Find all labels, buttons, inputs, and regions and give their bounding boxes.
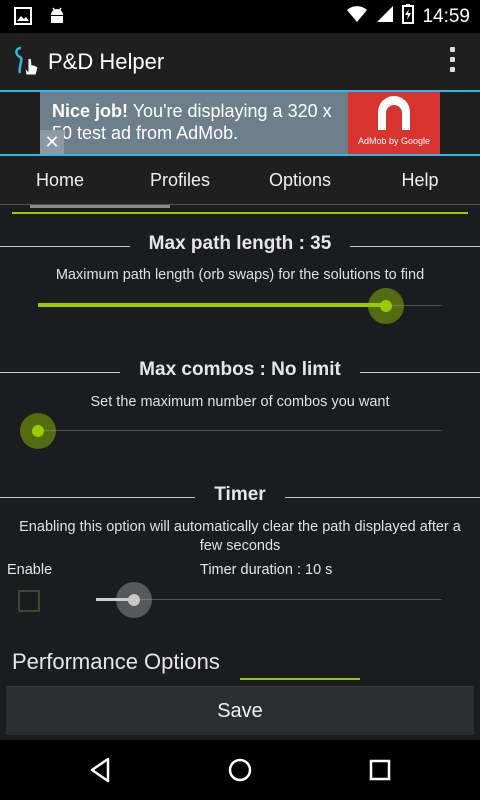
save-bar: Save (0, 680, 480, 740)
max-combos-header: Max combos : No limit (0, 357, 480, 387)
performance-options-title: Performance Options (12, 649, 220, 674)
timer-duration-label: Timer duration : 10 s (200, 562, 333, 578)
signal-icon (376, 5, 394, 28)
scrolled-header-remnant (30, 205, 170, 208)
timer-enable-checkbox[interactable] (18, 590, 40, 612)
max-path-slider-fill (38, 303, 386, 307)
navigation-bar (0, 740, 480, 800)
tab-help[interactable]: Help (360, 156, 480, 204)
battery-icon (402, 4, 415, 29)
admob-caption: AdMob by Google (357, 136, 431, 146)
max-path-header: Max path length : 35 (0, 231, 480, 261)
recents-icon[interactable] (360, 754, 400, 786)
max-combos-title: Max combos : No limit (139, 359, 341, 380)
max-path-description: Maximum path length (orb swaps) for the … (55, 267, 425, 283)
ad-area: Nice job! You're displaying a 320 x 50 t… (0, 92, 480, 154)
tab-home[interactable]: Home (0, 156, 120, 204)
close-icon[interactable]: ✕ (40, 130, 64, 154)
app-title: P&D Helper (48, 49, 165, 74)
status-bar: 14:59 (0, 0, 480, 33)
admob-logo: AdMob by Google (348, 92, 440, 154)
max-path-title: Max path length : 35 (148, 233, 332, 254)
tab-options[interactable]: Options (240, 156, 360, 204)
app-logo-icon[interactable] (12, 45, 42, 84)
max-combos-slider-thumb[interactable] (20, 413, 56, 449)
tab-profiles[interactable]: Profiles (120, 156, 240, 204)
timer-description: Enabling this option will automatically … (19, 519, 461, 554)
timer-title: Timer (214, 484, 266, 505)
options-content[interactable]: Max path length : 35 Maximum path length… (0, 205, 480, 680)
max-path-slider-thumb[interactable] (368, 288, 404, 324)
back-icon[interactable] (80, 754, 120, 786)
scrolled-header-underline (12, 212, 468, 214)
wifi-icon (346, 5, 368, 28)
admob-logo-icon (378, 96, 410, 130)
ad-text: Nice job! You're displaying a 320 x 50 t… (52, 101, 332, 143)
overflow-menu-icon[interactable] (448, 47, 456, 75)
save-button[interactable]: Save (6, 686, 474, 735)
android-icon (48, 6, 66, 31)
app-bar: P&D Helper (0, 33, 480, 90)
enable-label: Enable (7, 562, 53, 578)
image-icon (14, 7, 32, 30)
clock: 14:59 (422, 5, 470, 27)
ad-banner[interactable]: Nice job! You're displaying a 320 x 50 t… (40, 92, 440, 154)
home-icon[interactable] (220, 754, 260, 786)
timer-header: Timer (0, 482, 480, 512)
timer-slider-thumb[interactable] (116, 582, 152, 618)
max-combos-description: Set the maximum number of combos you wan… (90, 394, 390, 410)
tab-bar: Home Profiles Options Help (0, 156, 480, 204)
